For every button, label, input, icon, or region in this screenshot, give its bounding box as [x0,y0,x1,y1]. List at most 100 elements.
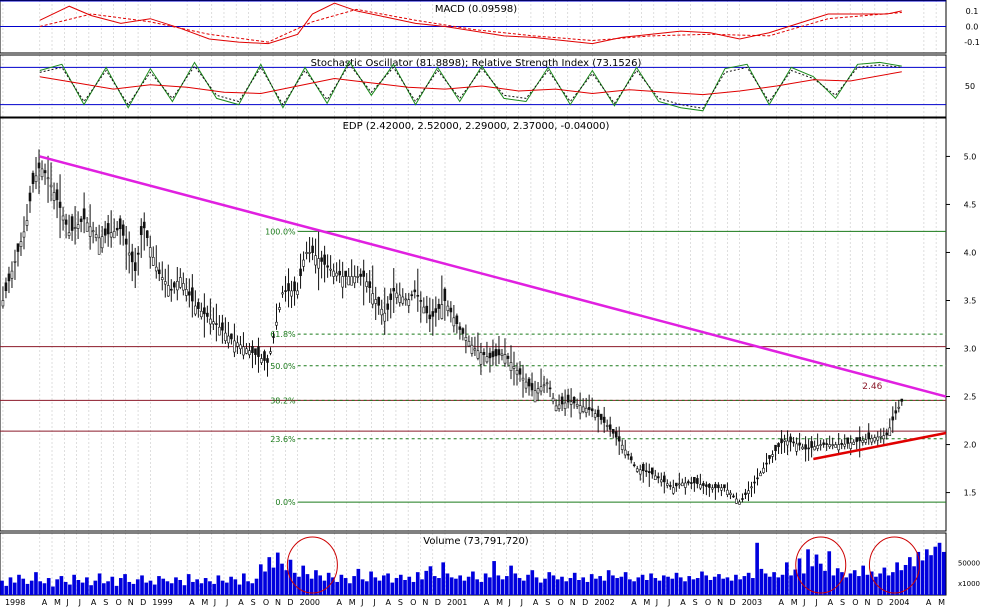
time-axis-label: J [507,598,510,607]
price-tick-label: 4.5 [964,200,977,209]
volume-bar [381,575,386,595]
candle-body [804,444,807,450]
volume-bar [102,583,106,595]
macd-title: MACD (0.09598) [435,4,517,15]
volume-bar [568,578,573,595]
candle-body [687,481,690,484]
candle-body [305,252,308,254]
candle-body [31,172,35,184]
candle-body [569,401,573,405]
candle-body [431,311,435,317]
candle-body [771,454,774,457]
volume-bar [462,580,467,595]
candle-body [401,296,405,304]
candle-body [224,332,227,342]
candle-body [341,276,344,288]
candle-body [350,276,353,286]
volume-bar [840,572,844,595]
volume-bar [844,577,849,595]
volume-bar [784,562,789,595]
volume-bar [250,583,255,595]
volume-tick-label: 50000 [958,559,980,567]
volume-bar [454,578,458,595]
price-tick-label: 5.0 [964,152,977,161]
candle-body [106,223,110,235]
candle-body [843,443,846,447]
candle-body [43,170,47,174]
candle-body [542,384,546,387]
candle-body [581,406,585,412]
time-axis-label: A [533,598,539,607]
volume-bar [700,571,704,595]
candle-body [82,208,86,220]
candle-body [257,346,260,357]
candle-body [284,290,287,292]
candle-body [133,262,137,271]
candle-body [470,344,474,354]
volume-bar [123,574,127,595]
time-axis-label: S [545,598,550,607]
candle-body [94,234,98,238]
candle-body [332,270,335,277]
volume-bar [657,580,662,595]
price-tick-label: 2.0 [964,441,977,450]
candle-body [473,348,477,351]
volume-bar [360,579,365,595]
candle-body [386,303,390,310]
fibonacci-level-label: 50.0% [270,362,296,371]
time-axis-label: M [496,598,503,607]
candle-body [422,306,426,314]
candle-body [103,228,107,236]
volume-bar [848,573,853,595]
candle-body [67,232,71,236]
volume-bar [929,555,933,595]
candle-body [130,251,134,263]
time-axis-label: A [238,598,244,607]
candle-body [678,483,681,486]
candle-body [590,408,594,412]
candle-body [882,435,886,440]
time-axis-label: O [852,598,858,607]
candle-body [275,321,278,326]
candle-body [783,439,786,442]
fibonacci-level-label: 0.0% [275,498,296,507]
volume-bar [275,552,280,595]
volume-bar [751,578,755,595]
volume-bar [488,577,492,595]
volume-bar [742,576,747,595]
candle-body [690,482,693,484]
candle-body [19,241,23,247]
candle-body [563,402,567,409]
volume-scale-label: x1000 [958,580,980,588]
time-axis-label: N [570,598,576,607]
time-axis-label: M [791,598,798,607]
time-axis-label: S [840,598,845,607]
candle-body [693,476,696,484]
volume-bar [233,579,238,595]
candle-body [166,285,170,297]
candle-body [666,483,669,486]
candle-body [497,349,501,356]
candle-body [768,455,771,459]
volume-bar [721,578,726,595]
candle-body [410,294,414,297]
macd-tick-label: 0.1 [966,7,979,16]
candle-body [356,276,359,278]
candle-body [118,218,122,230]
candle-body [837,444,840,451]
candle-body [1,300,5,307]
candle-body [503,354,507,364]
volume-bar [199,583,204,595]
candle-body [230,333,233,340]
time-axis-label: M [349,598,356,607]
candle-body [855,437,859,442]
volume-bar [483,573,488,595]
candle-body [311,245,314,253]
candle-body [506,355,510,359]
candle-body [359,273,362,277]
volume-bar [598,576,602,595]
candle-body [672,487,675,494]
volume-bar [4,585,9,595]
candle-body [711,487,714,490]
candle-body [527,378,531,387]
